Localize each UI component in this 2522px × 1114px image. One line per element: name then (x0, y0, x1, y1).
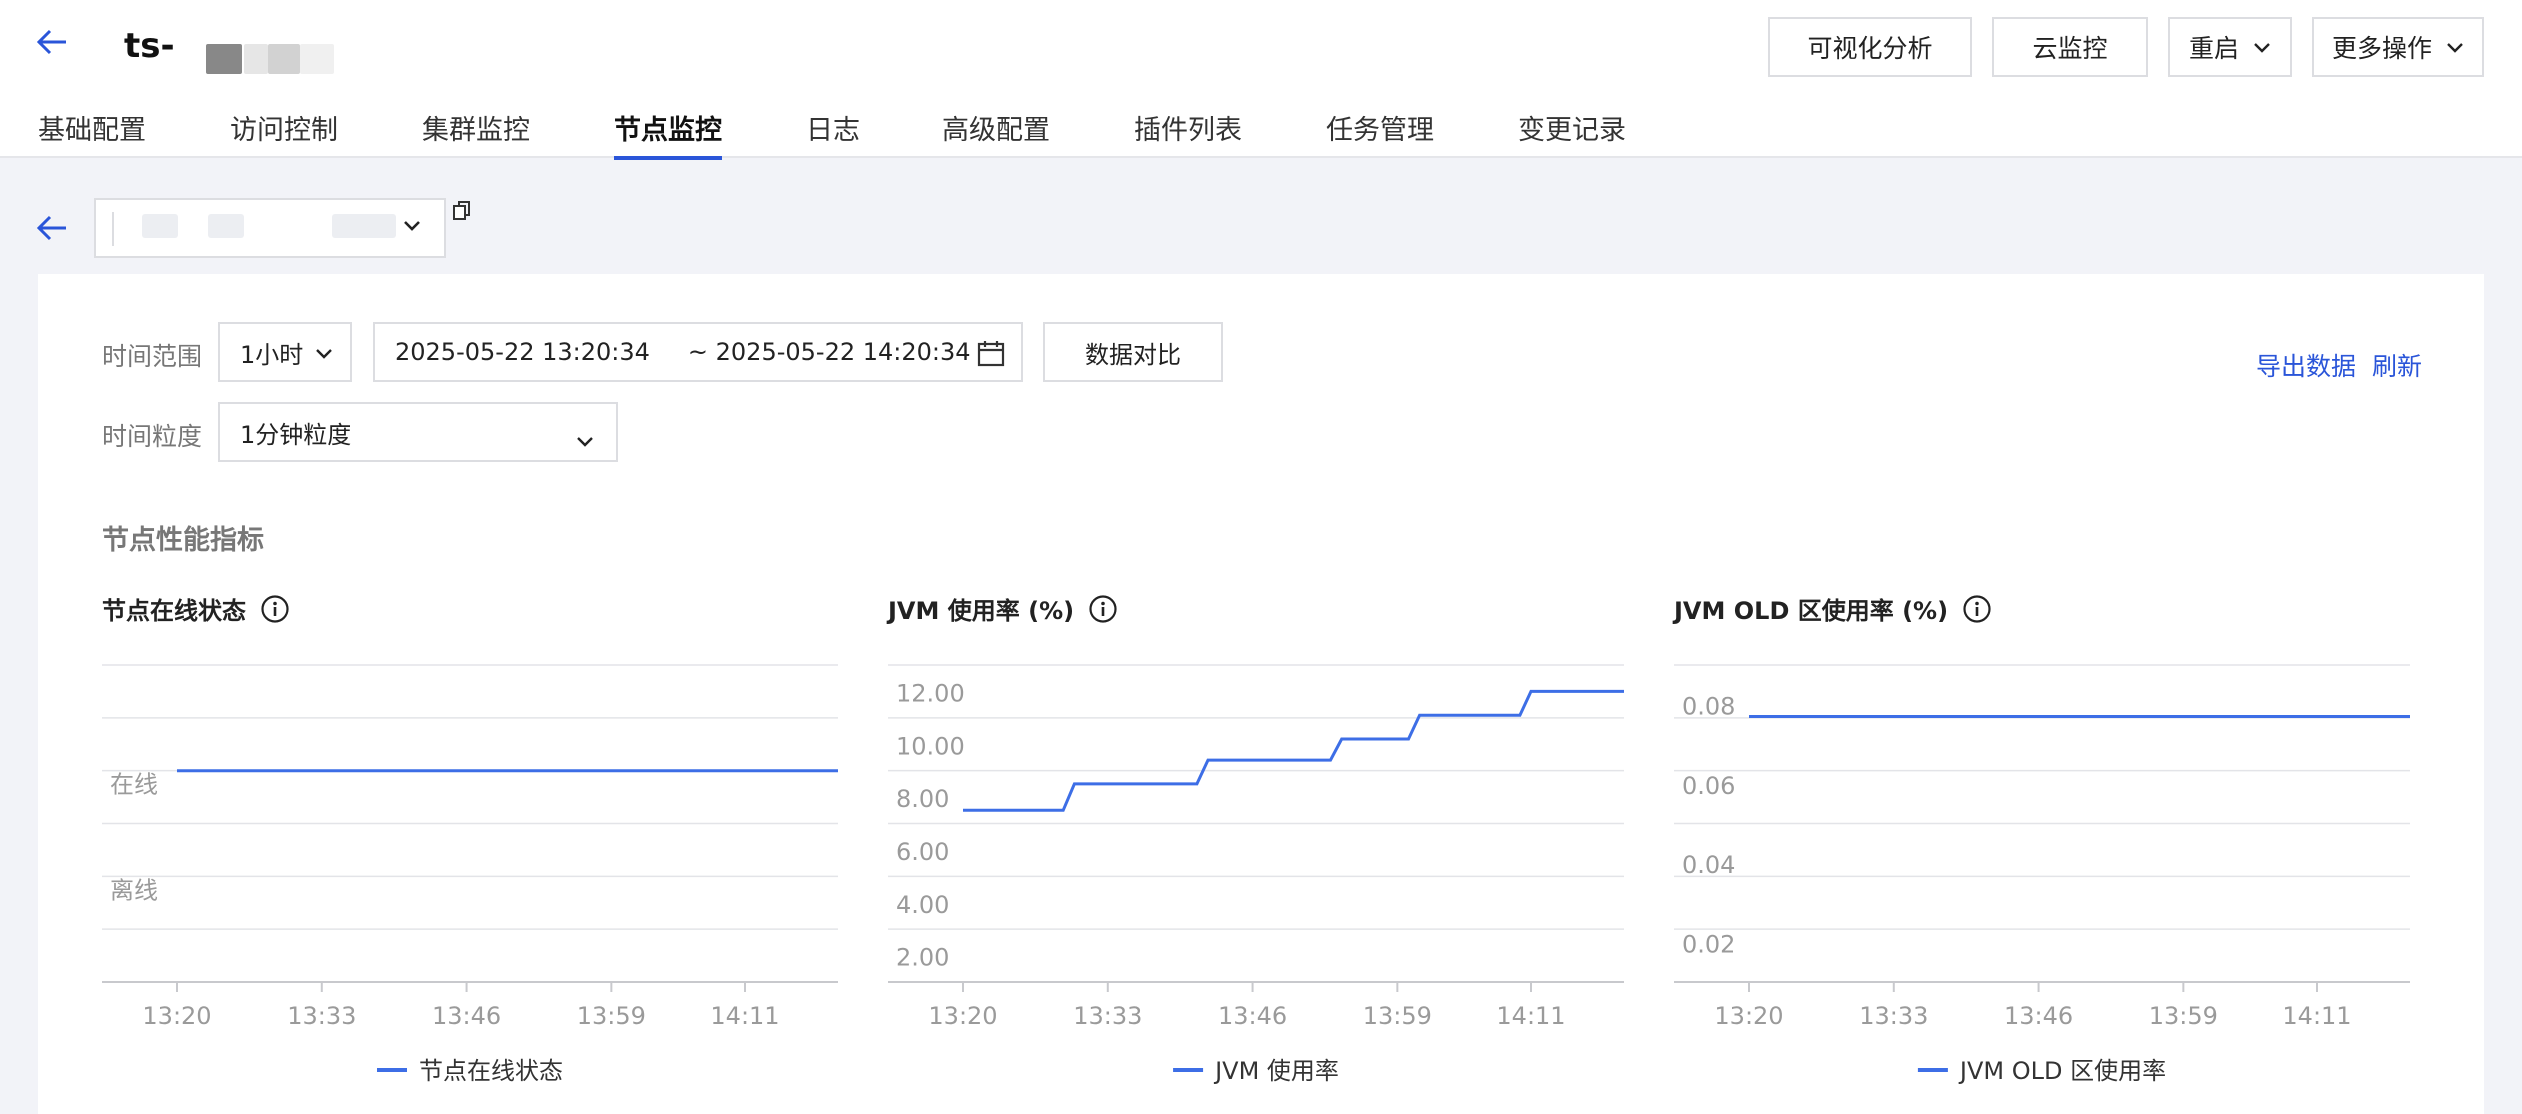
x-tick-label: 13:33 (1859, 1002, 1928, 1030)
legend-label: JVM 使用率 (1213, 1057, 1339, 1085)
x-tick-label: 13:59 (577, 1002, 646, 1030)
y-tick-label: 10.00 (896, 732, 965, 760)
y-tick-label: 离线 (110, 876, 158, 904)
x-tick-label: 13:59 (2149, 1002, 2218, 1030)
series-line (963, 689, 1624, 812)
x-tick-label: 13:46 (2004, 1002, 2073, 1030)
x-tick-label: 14:11 (1496, 1002, 1565, 1030)
y-tick-label: 0.04 (1682, 851, 1735, 879)
y-tick-label: 0.02 (1682, 930, 1735, 958)
legend-label: 节点在线状态 (419, 1057, 563, 1085)
legend-label: JVM OLD 区使用率 (1958, 1057, 2166, 1085)
x-tick-label: 13:20 (142, 1002, 211, 1030)
y-tick-label: 在线 (110, 771, 158, 799)
x-tick-label: 13:46 (432, 1002, 501, 1030)
y-tick-label: 0.06 (1682, 772, 1735, 800)
x-tick-label: 13:33 (287, 1002, 356, 1030)
y-tick-label: 8.00 (896, 785, 949, 813)
x-tick-label: 13:46 (1218, 1002, 1287, 1030)
x-tick-label: 13:33 (1073, 1002, 1142, 1030)
y-tick-label: 4.00 (896, 891, 949, 919)
y-tick-label: 6.00 (896, 838, 949, 866)
y-tick-label: 0.08 (1682, 693, 1735, 721)
x-tick-label: 13:59 (1363, 1002, 1432, 1030)
y-tick-label: 12.00 (896, 679, 965, 707)
x-tick-label: 14:11 (710, 1002, 779, 1030)
y-tick-label: 2.00 (896, 944, 949, 972)
charts-canvas: 13:20 13:33 13:46 13:59 14:11 在线离线节点在线状态 13:20… (102, 664, 2410, 1085)
x-tick-label: 13:20 (928, 1002, 997, 1030)
x-tick-label: 14:11 (2282, 1002, 2351, 1030)
x-tick-label: 13:20 (1714, 1002, 1783, 1030)
